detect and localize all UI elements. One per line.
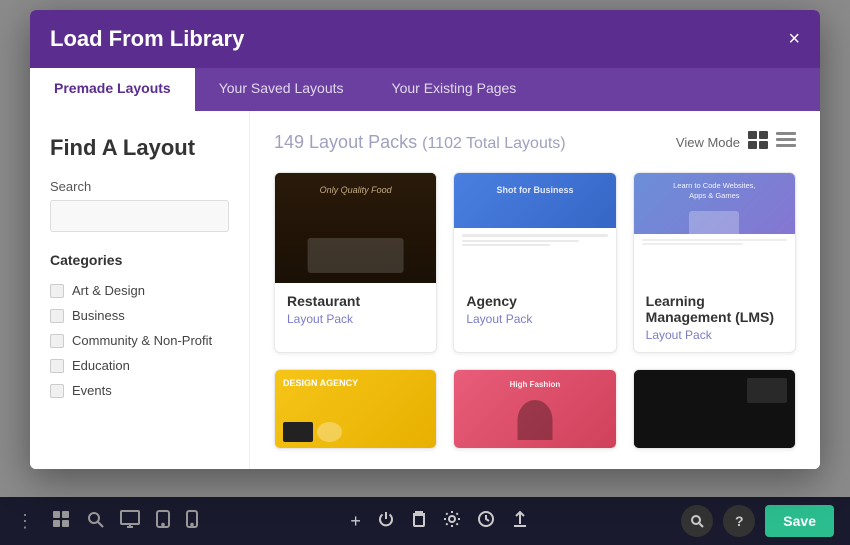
layout-card-agency[interactable]: Shot for Business Agency Layout Pack bbox=[453, 172, 616, 353]
card-type-agency: Layout Pack bbox=[466, 312, 603, 326]
search-input[interactable] bbox=[50, 200, 229, 232]
card-name-restaurant: Restaurant bbox=[287, 293, 424, 309]
power-icon[interactable] bbox=[377, 510, 395, 533]
add-icon[interactable]: + bbox=[350, 511, 361, 532]
bottom-left-icons: ⋮ bbox=[16, 510, 198, 533]
main-content: 149 Layout Packs (1102 Total Layouts) Vi… bbox=[250, 111, 820, 469]
total-layouts-text: 1102 Total Layouts bbox=[427, 135, 560, 152]
category-education-checkbox[interactable] bbox=[50, 359, 64, 373]
tab-saved[interactable]: Your Saved Layouts bbox=[195, 68, 368, 111]
category-business-checkbox[interactable] bbox=[50, 309, 64, 323]
card-thumb-lms: Learn to Code Websites,Apps & Games bbox=[634, 173, 795, 283]
layout-card-fashion[interactable]: High Fashion bbox=[453, 369, 616, 449]
close-button[interactable]: × bbox=[788, 29, 800, 49]
card-thumb-dark bbox=[634, 370, 795, 449]
category-art-design-label: Art & Design bbox=[72, 283, 145, 298]
bottom-center-icons: + bbox=[350, 510, 529, 533]
category-events-checkbox[interactable] bbox=[50, 384, 64, 398]
card-type-lms: Layout Pack bbox=[646, 328, 783, 342]
trash-icon[interactable] bbox=[411, 510, 427, 533]
tab-premade[interactable]: Premade Layouts bbox=[30, 68, 195, 111]
modal-title: Load From Library bbox=[50, 26, 244, 52]
view-mode: View Mode bbox=[676, 131, 796, 154]
category-business[interactable]: Business bbox=[50, 303, 229, 328]
search-icon[interactable] bbox=[86, 510, 104, 533]
phone-icon[interactable] bbox=[186, 510, 198, 533]
search-label: Search bbox=[50, 179, 229, 194]
category-business-label: Business bbox=[72, 308, 125, 323]
layout-card-lms[interactable]: Learn to Code Websites,Apps & Games Lear… bbox=[633, 172, 796, 353]
layout-count: 149 Layout Packs (1102 Total Layouts) bbox=[274, 132, 566, 153]
view-mode-label: View Mode bbox=[676, 135, 740, 150]
modal-body: Find A Layout Search Categories Art & De… bbox=[30, 111, 820, 469]
category-art-design-checkbox[interactable] bbox=[50, 284, 64, 298]
sidebar: Find A Layout Search Categories Art & De… bbox=[30, 111, 250, 469]
card-info-agency: Agency Layout Pack bbox=[454, 283, 615, 336]
categories-label: Categories bbox=[50, 252, 229, 268]
list-view-icon[interactable] bbox=[776, 131, 796, 154]
search-button[interactable] bbox=[681, 505, 713, 537]
settings-icon[interactable] bbox=[443, 510, 461, 533]
category-community-checkbox[interactable] bbox=[50, 334, 64, 348]
layout-card-design-agency[interactable]: DESIGN AGENCY bbox=[274, 369, 437, 449]
monitor-icon[interactable] bbox=[120, 510, 140, 533]
tab-existing[interactable]: Your Existing Pages bbox=[368, 68, 541, 111]
dots-icon[interactable]: ⋮ bbox=[16, 511, 36, 532]
category-education-label: Education bbox=[72, 358, 130, 373]
layout-card-restaurant[interactable]: Only Quality Food Restaurant Layout Pack bbox=[274, 172, 437, 353]
content-header: 149 Layout Packs (1102 Total Layouts) Vi… bbox=[274, 131, 796, 154]
card-thumb-fashion: High Fashion bbox=[454, 370, 615, 449]
modal: Load From Library × Premade Layouts Your… bbox=[30, 10, 820, 469]
sidebar-title: Find A Layout bbox=[50, 135, 229, 161]
modal-header: Load From Library × bbox=[30, 10, 820, 68]
grid-view-icon[interactable] bbox=[748, 131, 768, 154]
tablet-icon[interactable] bbox=[156, 510, 170, 533]
card-thumb-agency: Shot for Business bbox=[454, 173, 615, 283]
category-community[interactable]: Community & Non-Profit bbox=[50, 328, 229, 353]
card-name-agency: Agency bbox=[466, 293, 603, 309]
card-name-lms: Learning Management (LMS) bbox=[646, 293, 783, 325]
card-thumb-design-agency: DESIGN AGENCY bbox=[275, 370, 436, 449]
layout-grid: Only Quality Food Restaurant Layout Pack bbox=[274, 172, 796, 449]
layout-card-dark[interactable] bbox=[633, 369, 796, 449]
category-events-label: Events bbox=[72, 383, 112, 398]
card-info-restaurant: Restaurant Layout Pack bbox=[275, 283, 436, 336]
bottom-right: ? Save bbox=[681, 505, 834, 537]
modal-tabs: Premade Layouts Your Saved Layouts Your … bbox=[30, 68, 820, 111]
card-thumb-restaurant: Only Quality Food bbox=[275, 173, 436, 283]
card-type-restaurant: Layout Pack bbox=[287, 312, 424, 326]
help-button[interactable]: ? bbox=[723, 505, 755, 537]
category-events[interactable]: Events bbox=[50, 378, 229, 403]
category-art-design[interactable]: Art & Design bbox=[50, 278, 229, 303]
category-education[interactable]: Education bbox=[50, 353, 229, 378]
history-icon[interactable] bbox=[477, 510, 495, 533]
category-community-label: Community & Non-Profit bbox=[72, 333, 212, 348]
modal-overlay: Load From Library × Premade Layouts Your… bbox=[0, 0, 850, 497]
card-info-lms: Learning Management (LMS) Layout Pack bbox=[634, 283, 795, 352]
layout-packs-text: 149 Layout Packs bbox=[274, 132, 417, 152]
grid-icon[interactable] bbox=[52, 510, 70, 533]
save-button[interactable]: Save bbox=[765, 505, 834, 537]
bottom-toolbar: ⋮ + bbox=[0, 497, 850, 545]
upload-icon[interactable] bbox=[511, 510, 529, 533]
